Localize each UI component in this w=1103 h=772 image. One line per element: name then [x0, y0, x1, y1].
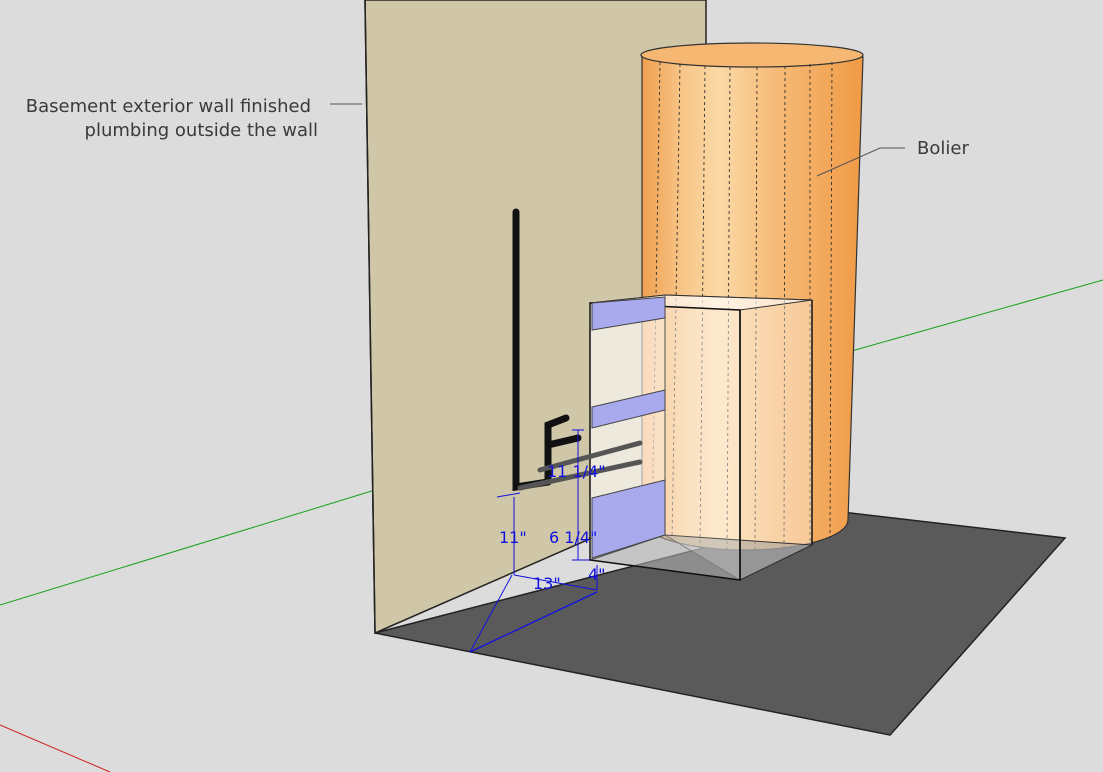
- wall-annotation-line1: Basement exterior wall finished: [26, 96, 311, 117]
- dimension-label-11: 11": [499, 528, 527, 547]
- cabinet-box: [589, 294, 814, 581]
- green-axis-line-right: [847, 279, 1103, 353]
- dimension-label-13: 13": [533, 574, 561, 593]
- wall-annotation-line2: plumbing outside the wall: [85, 120, 318, 141]
- dimension-label-11-1-4: 11 1/4": [547, 462, 606, 481]
- dimension-label-4: 4": [588, 565, 606, 584]
- boiler-annotation: Bolier: [917, 138, 969, 159]
- sketchup-scene: Basement exterior wall finished plumbing…: [0, 0, 1103, 772]
- red-axis-line: [0, 724, 111, 772]
- dimension-label-6-1-4: 6 1/4": [549, 528, 597, 547]
- green-axis-line-left: [0, 489, 376, 606]
